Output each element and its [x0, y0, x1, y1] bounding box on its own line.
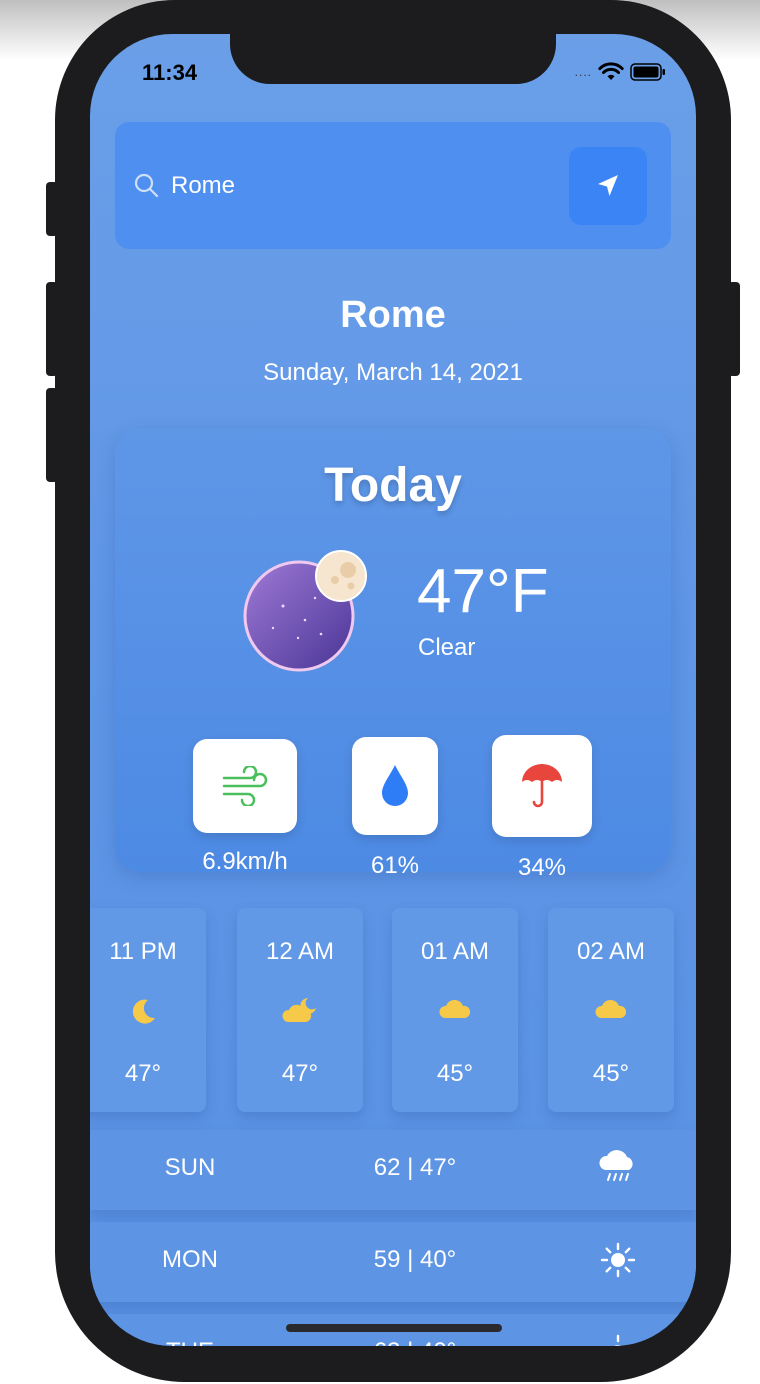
daily-row[interactable]: MON 59 | 40° — [90, 1222, 696, 1302]
today-card: Today 47°F Clear 6.9km/h 61% 34% — [115, 428, 671, 881]
cloud-icon — [439, 999, 471, 1018]
current-temperature: 47°F — [417, 557, 549, 626]
city-name: Rome — [340, 294, 446, 336]
location-arrow-icon — [598, 175, 618, 196]
today-title: Today — [324, 459, 462, 512]
hourly-card[interactable]: 01 AM 45° — [392, 908, 518, 1112]
umbrella-icon — [522, 764, 562, 808]
hour-time: 02 AM — [576, 938, 646, 965]
day-temp-range: 63 | 40° — [340, 1338, 490, 1346]
hour-temp: 47° — [281, 1060, 319, 1087]
day-name: SUN — [164, 1154, 216, 1181]
precipitation-value: 34% — [517, 854, 567, 881]
day-temp-range: 62 | 47° — [373, 1154, 457, 1181]
search-icon — [134, 173, 159, 198]
humidity-drop-icon — [382, 765, 408, 806]
battery-icon — [630, 63, 665, 81]
hour-temp: 47° — [124, 1060, 162, 1087]
moon-icon — [132, 999, 155, 1024]
hour-time: 01 AM — [420, 938, 490, 965]
hour-time: 12 AM — [265, 938, 335, 965]
day-name: MON — [162, 1246, 218, 1273]
humidity-value: 61% — [370, 852, 420, 879]
hour-temp: 45° — [592, 1060, 630, 1087]
volume-down-button — [46, 388, 58, 482]
day-temp-range: 59 | 40° — [373, 1246, 457, 1273]
daily-row[interactable]: SUN 62 | 47° — [90, 1130, 696, 1210]
sun-icon — [614, 1334, 622, 1346]
wind-tile — [193, 739, 297, 833]
search-input[interactable] — [171, 170, 551, 202]
sun-icon — [600, 1242, 636, 1278]
night-moon-icon — [243, 550, 367, 672]
current-condition: Clear — [418, 634, 476, 661]
hourly-card[interactable]: 11 PM 47° — [90, 908, 206, 1112]
app-screen: 11:34 .... Rome Sunday, March 14, 2021 T — [90, 34, 696, 1346]
wind-speed: 6.9km/h — [202, 848, 288, 875]
hourly-card[interactable]: 02 AM 45° — [548, 908, 674, 1112]
cloud-icon — [595, 999, 627, 1018]
status-time: 11:34 — [142, 60, 198, 85]
wind-icon — [222, 766, 268, 806]
mute-switch — [46, 182, 58, 236]
partly-cloudy-night-icon — [282, 998, 316, 1022]
precipitation-tile — [492, 735, 592, 837]
volume-up-button — [46, 282, 58, 376]
search-bar — [115, 122, 671, 249]
humidity-tile — [352, 737, 438, 835]
day-name: TUE — [150, 1338, 230, 1346]
wifi-icon — [598, 62, 624, 80]
hourly-card[interactable]: 12 AM 47° — [237, 908, 363, 1112]
hour-time: 11 PM — [109, 938, 177, 965]
current-location-button[interactable] — [569, 147, 647, 225]
hour-temp: 45° — [436, 1060, 474, 1087]
rain-icon — [599, 1150, 633, 1181]
current-date: Sunday, March 14, 2021 — [263, 359, 523, 386]
power-button — [728, 282, 740, 376]
signal-indicator: .... — [574, 65, 592, 79]
home-indicator[interactable] — [286, 1324, 502, 1332]
notch — [230, 34, 556, 84]
status-icons: .... — [575, 62, 666, 82]
